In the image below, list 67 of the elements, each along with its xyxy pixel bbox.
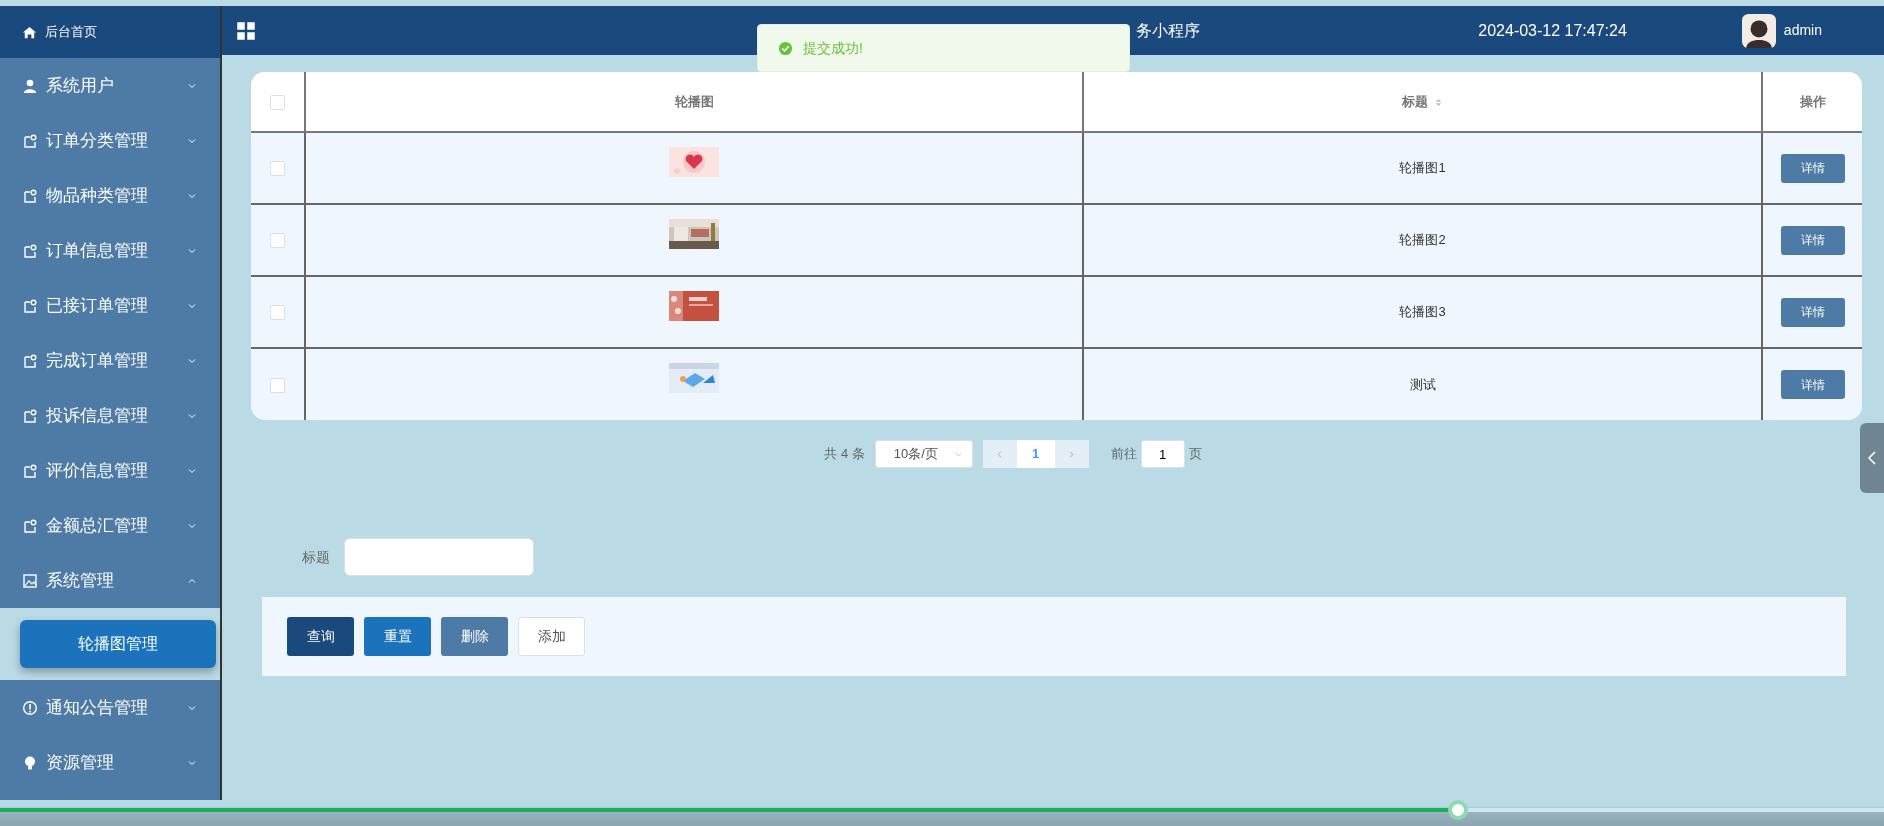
image-icon [22,572,38,589]
sidebar-item[interactable]: 已接订单管理 [0,278,220,333]
module-icon [22,297,38,314]
success-icon [778,40,793,56]
sidebar-item[interactable]: 系统用户 [0,58,220,113]
app-title: 务小程序 [1136,20,1200,41]
details-button[interactable]: 详情 [1780,153,1845,183]
sidebar-item[interactable]: 评价信息管理 [0,443,220,498]
bulb-icon [22,754,38,771]
column-header: 标题 [1401,93,1428,109]
sidebar-item[interactable]: 系统管理 [0,553,220,608]
select-all-checkbox[interactable] [270,94,285,110]
row-checkbox[interactable] [270,161,285,177]
goto-label: 前往 [1110,445,1137,464]
details-button[interactable]: 详情 [1780,297,1845,327]
action-button[interactable]: 重置 [364,617,431,656]
home-label: 后台首页 [45,23,97,42]
avatar [1741,13,1776,48]
collapse-tab[interactable] [1860,423,1884,493]
user-name: admin [1783,21,1822,40]
action-button[interactable]: 查询 [287,617,354,656]
sidebar-item[interactable]: 订单分类管理 [0,113,220,168]
sidebar-item[interactable]: 完成订单管理 [0,333,220,388]
row-checkbox[interactable] [270,377,285,393]
module-icon [22,242,38,259]
sidebar-item[interactable]: 物品种类管理 [0,168,220,223]
page-suffix: 页 [1188,445,1202,464]
module-icon [22,462,38,479]
title-input[interactable] [344,538,534,576]
total-count: 共 4 条 [824,445,865,464]
table-cell: 轮播图1 [1083,132,1762,204]
home-icon [22,24,37,40]
table-cell: 轮播图3 [1083,276,1762,348]
page-input[interactable]: 1 [1140,440,1185,468]
module-icon [22,352,38,369]
module-icon [22,517,38,534]
module-icon [22,407,38,424]
sidebar-item[interactable]: 投诉信息管理 [0,388,220,443]
action-button[interactable]: 添加 [518,617,585,656]
date-time: 2024-03-12 17:47:24 [1478,20,1627,41]
row-checkbox[interactable] [270,233,285,249]
sidebar-item[interactable]: 通知公告管理 [0,680,220,735]
progress-handle[interactable] [1448,800,1469,820]
submenu-item[interactable]: 轮播图管理 [20,620,216,668]
table-cell: 轮播图2 [1083,204,1762,276]
home-menu-item[interactable]: 后台首页 [0,6,220,58]
action-button[interactable]: 删除 [441,617,508,656]
column-header: 操作 [1799,93,1826,109]
toast-message: 提交成功! [803,38,863,58]
column-header: 轮播图 [674,93,714,109]
next-page-button[interactable] [1054,440,1089,468]
field-label: 标题 [302,547,330,567]
sidebar-item[interactable]: 金额总汇管理 [0,498,220,553]
grid-menu-icon[interactable] [236,20,256,41]
user-icon [22,77,38,94]
previous-page-button[interactable] [982,440,1017,468]
row-checkbox[interactable] [270,305,285,321]
sidebar-item[interactable]: 资源管理 [0,735,220,790]
sidebar-item[interactable]: 订单信息管理 [0,223,220,278]
details-button[interactable]: 详情 [1780,370,1845,399]
details-button[interactable]: 详情 [1780,225,1845,255]
module-icon [22,132,38,149]
table-cell: 测试 [1083,348,1762,420]
info-icon [22,699,38,716]
module-icon [22,187,38,204]
page-number[interactable]: 1 [1016,440,1055,468]
page-size-select[interactable]: 10条/页 [874,440,973,468]
